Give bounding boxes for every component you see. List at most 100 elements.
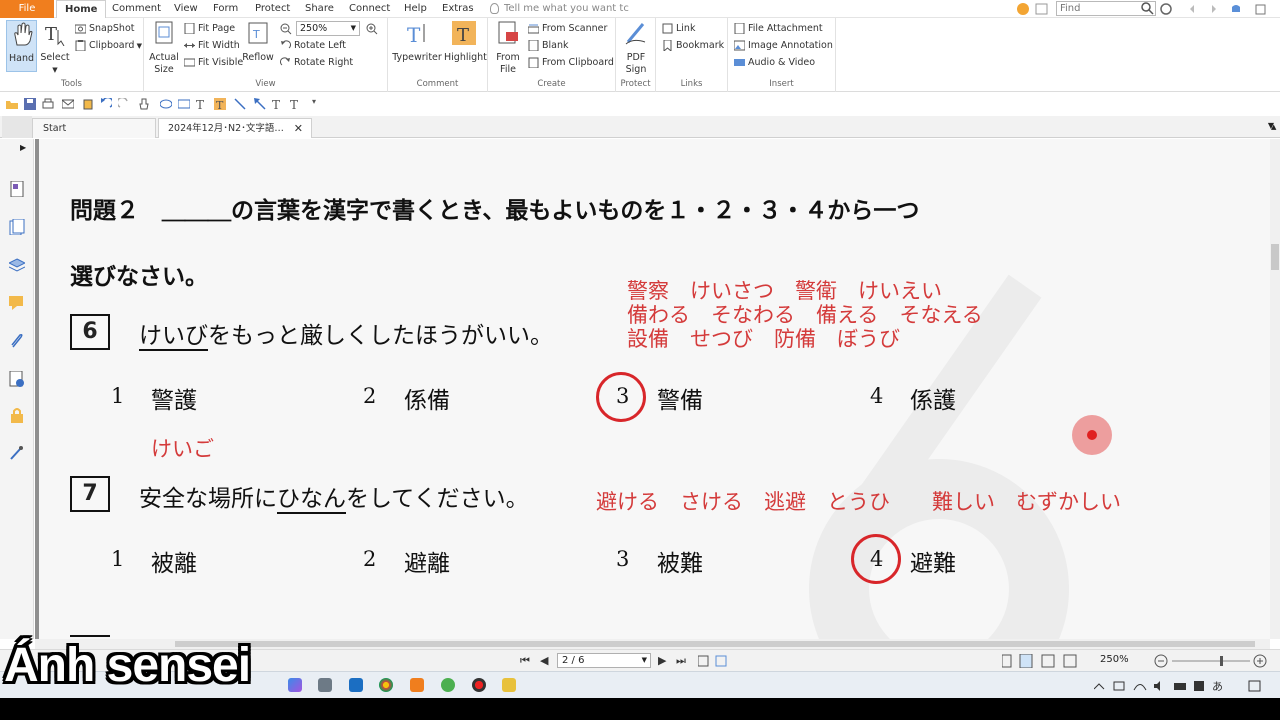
rotate-right-button[interactable]: Rotate Right xyxy=(280,56,353,70)
comments-panel-icon[interactable] xyxy=(9,295,25,311)
select-label: Select xyxy=(40,52,70,63)
menu-home[interactable]: Home xyxy=(56,0,107,18)
svg-text:T: T xyxy=(216,99,224,110)
next-page-icon[interactable]: ▶ xyxy=(658,654,666,667)
zoom-select[interactable]: 250% ▼ xyxy=(296,21,360,36)
fit-page-label: Fit Page xyxy=(198,23,236,34)
text-tool-icon[interactable]: T xyxy=(196,98,208,110)
svg-text:T: T xyxy=(272,98,280,110)
first-page-icon[interactable]: ⏮ xyxy=(520,654,530,668)
image-annotation-button[interactable]: Image Annotation xyxy=(734,39,833,53)
fit-page-button[interactable]: Fit Page xyxy=(184,22,235,36)
svg-text:あ: あ xyxy=(1212,680,1223,693)
rectangle-icon[interactable] xyxy=(178,98,190,110)
select-button[interactable]: T Select ▼ xyxy=(40,20,70,76)
bookmark-button[interactable]: Bookmark xyxy=(662,39,724,53)
lock-icon[interactable] xyxy=(9,407,25,423)
rotate-left-button[interactable]: Rotate Left xyxy=(280,39,346,53)
rotate-right-icon xyxy=(280,57,290,66)
expand-panel-icon[interactable]: ▶ xyxy=(20,143,26,152)
green-app-icon[interactable] xyxy=(441,678,455,692)
redo-icon[interactable] xyxy=(118,98,130,110)
clipboard-button[interactable]: Clipboard ▼ xyxy=(75,39,142,53)
email-icon[interactable] xyxy=(62,98,74,110)
print-icon[interactable] xyxy=(42,98,54,110)
system-tray-icons[interactable]: あ xyxy=(1094,679,1264,693)
blank-button[interactable]: Blank xyxy=(528,39,569,53)
menu-view[interactable]: View xyxy=(174,0,198,18)
menu-extras[interactable]: Extras xyxy=(442,0,474,18)
select-dropdown-icon[interactable]: ▼ xyxy=(40,64,70,76)
close-tab-icon[interactable]: ✕ xyxy=(294,119,303,139)
fit-visible-button[interactable]: Fit Visible xyxy=(184,56,243,70)
content-edit-icon[interactable] xyxy=(9,445,25,461)
file-menu[interactable]: File xyxy=(0,0,54,18)
scanner-icon xyxy=(528,24,539,34)
document-viewport[interactable]: 問題２ ＿＿＿の言葉を漢字で書くとき、最もよいものを１・２・３・４から一つ 選び… xyxy=(35,139,1270,639)
chrome-app-icon[interactable] xyxy=(379,678,393,692)
save-icon[interactable] xyxy=(24,98,36,110)
menu-share[interactable]: Share xyxy=(305,0,334,18)
search-icon[interactable] xyxy=(1141,2,1155,16)
account-icons[interactable] xyxy=(1016,2,1048,16)
attachments-icon[interactable] xyxy=(9,333,25,349)
from-file-button[interactable]: From File xyxy=(492,20,524,76)
horizontal-scroll-thumb[interactable] xyxy=(175,641,1255,647)
vertical-scrollbar[interactable]: ▲ xyxy=(1270,123,1280,639)
previous-page-icon[interactable]: ◀ xyxy=(540,654,548,667)
highlight-button[interactable]: T Highlight xyxy=(444,20,487,64)
audio-video-button[interactable]: Audio & Video xyxy=(734,56,815,70)
from-clipboard-button[interactable]: From Clipboard xyxy=(528,56,614,70)
zoom-out-icon[interactable] xyxy=(280,23,292,35)
copilot-app-icon[interactable] xyxy=(288,678,302,692)
signature-panel-icon[interactable] xyxy=(9,371,25,387)
foxit-app-icon[interactable] xyxy=(410,678,424,692)
recorder-app-icon[interactable] xyxy=(472,678,486,692)
zoom-slider[interactable] xyxy=(1154,653,1270,669)
zoom-in-icon[interactable] xyxy=(366,23,378,35)
pdf-sign-button[interactable]: PDF Sign xyxy=(620,20,652,76)
file-attachment-button[interactable]: File Attachment xyxy=(734,22,823,36)
menu-form[interactable]: Form xyxy=(213,0,238,18)
tab-document[interactable]: 2024年12月･N2･文字語… ✕ xyxy=(158,118,312,138)
insert-text-icon[interactable]: T xyxy=(272,98,284,110)
arrow-icon[interactable] xyxy=(254,98,266,110)
replace-text-icon[interactable]: T xyxy=(290,98,302,110)
pages-icon[interactable] xyxy=(9,219,25,235)
fit-width-button[interactable]: Fit Width xyxy=(184,39,240,53)
page-number-input[interactable]: 2 / 6 ▼ xyxy=(557,653,651,668)
open-folder-icon[interactable] xyxy=(6,98,18,110)
hand-tool-icon[interactable] xyxy=(138,98,150,110)
tell-me-box[interactable]: Tell me what you want tc xyxy=(490,2,629,16)
line-icon[interactable] xyxy=(234,98,246,110)
hand-button[interactable]: Hand xyxy=(6,20,37,72)
customize-toolbar-icon[interactable]: ▾ xyxy=(312,97,316,106)
layers-icon[interactable] xyxy=(9,257,25,273)
from-scanner-button[interactable]: From Scanner xyxy=(528,22,607,36)
tab-start[interactable]: Start xyxy=(32,118,156,138)
page-view-toggle-icons[interactable] xyxy=(698,654,730,668)
settings-app-icon[interactable] xyxy=(318,678,332,692)
page-layout-icons[interactable] xyxy=(1002,654,1082,668)
reflow-button[interactable]: T Reflow xyxy=(242,20,274,64)
ellipse-icon[interactable] xyxy=(160,98,172,110)
menu-protect[interactable]: Protect xyxy=(255,0,290,18)
window-controls[interactable] xyxy=(1160,2,1270,16)
last-page-icon[interactable]: ⏭ xyxy=(676,654,686,668)
undo-icon[interactable] xyxy=(100,98,112,110)
menu-comment[interactable]: Comment xyxy=(112,0,161,18)
highlight-label: Highlight xyxy=(444,52,487,63)
page-thumbnail-icon[interactable] xyxy=(9,181,25,197)
link-button[interactable]: Link xyxy=(662,22,695,36)
menu-help[interactable]: Help xyxy=(404,0,427,18)
menu-connect[interactable]: Connect xyxy=(349,0,390,18)
snapshot-button[interactable]: SnapShot xyxy=(75,22,135,36)
outlook-app-icon[interactable] xyxy=(349,678,363,692)
typewriter-button[interactable]: T Typewriter xyxy=(392,20,442,64)
file-explorer-app-icon[interactable] xyxy=(502,678,516,692)
vertical-scroll-thumb[interactable] xyxy=(1271,244,1279,270)
scroll-up-icon[interactable]: ▲ xyxy=(1271,123,1276,131)
highlight-small-icon[interactable]: T xyxy=(214,98,226,110)
hand-small-icon[interactable] xyxy=(82,98,94,110)
actual-size-button[interactable]: Actual Size xyxy=(148,20,180,76)
